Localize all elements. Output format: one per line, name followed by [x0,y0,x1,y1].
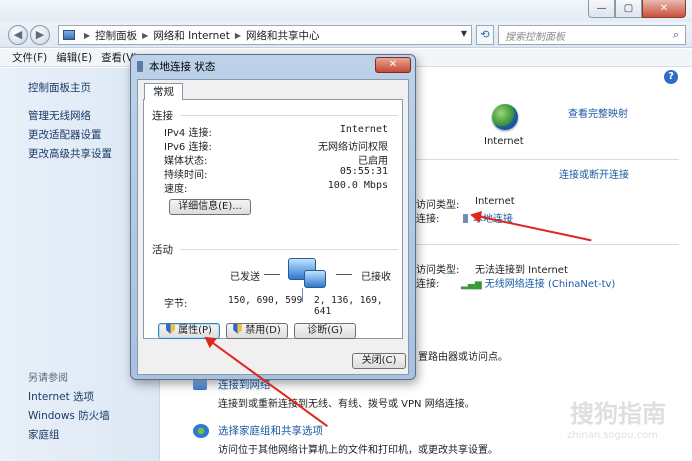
forward-button[interactable]: ▶ [30,25,50,45]
sidebar-item-control-panel-home[interactable]: 控制面板主页 [28,80,91,95]
received-label: 已接收 [361,272,391,283]
task-connect-network-desc: 连接到或重新连接到无线、有线、拨号或 VPN 网络连接。 [218,399,475,410]
maximize-button[interactable]: ▢ [615,0,642,18]
window-controls: — ▢ ✕ [588,0,686,18]
speed-label: 速度: [164,184,188,195]
help-icon[interactable]: ? [664,70,678,84]
menu-file[interactable]: 文件(F) [12,49,47,66]
speed-value: 100.0 Mbps [327,180,388,191]
uac-shield-icon [166,324,176,334]
tab-panel-general: 连接 IPv4 连接: Internet IPv6 连接: 无网络访问权限 媒体… [143,99,403,339]
media-state-value: 已启用 [358,156,388,167]
local-connection-status-dialog: 本地连接 状态 ✕ 常规 连接 IPv4 连接: Internet IPv6 连… [130,54,416,380]
dialog-close-action-button[interactable]: 关闭(C) [352,353,406,369]
chevron-right-icon: ▶ [142,30,149,40]
tab-general[interactable]: 常规 [144,83,183,100]
duration-value: 05:55:31 [339,166,388,177]
net2-access-type-label: 访问类型: [416,265,460,276]
ethernet-icon [137,61,143,72]
ipv6-value: 无网络访问权限 [318,142,388,153]
net1-access-type: Internet [475,196,515,207]
net1-access-type-label: 访问类型: [416,200,460,211]
connection-group-label: 连接 [152,110,173,122]
ethernet-icon [463,214,468,223]
sidebar-item-adapter-settings[interactable]: 更改适配器设置 [28,127,102,142]
wireless-connection-link[interactable]: ▂▄▆ 无线网络连接 (ChinaNet-tv) [461,275,615,290]
search-placeholder: 搜索控制面板 [505,31,565,43]
breadcrumb-network-internet[interactable]: 网络和 Internet [153,28,230,43]
divider [180,115,398,116]
ipv6-label: IPv6 连接: [164,142,212,153]
activity-group-label: 活动 [152,244,173,256]
net2-access-type: 无法连接到 Internet [475,265,568,276]
chevron-right-icon: ▶ [84,30,91,40]
wireless-connection-text: 无线网络连接 (ChinaNet-tv) [484,279,616,290]
see-also-heading: 另请参阅 [28,373,68,384]
back-button[interactable]: ◀ [8,25,28,45]
address-toolbar: ◀ ▶ ▶ 控制面板 ▶ 网络和 Internet ▶ 网络和共享中心 ▼ ⟲ … [0,22,692,48]
menu-edit[interactable]: 编辑(E) [56,49,92,66]
internet-label: Internet [484,136,524,147]
router-text: 置路由器或访问点。 [418,352,508,363]
forward-arrow-icon: ▶ [35,28,45,41]
search-input[interactable]: 搜索控制面板 ⌕ [498,25,686,45]
duration-label: 持续时间: [164,170,208,181]
internet-globe-icon [492,104,518,130]
watermark-url: zhinan.sogou.com [566,430,658,441]
network-computer-icon [304,270,326,288]
net1-connection-label: 连接: [416,214,440,225]
refresh-button[interactable]: ⟲ [476,25,494,45]
homegroup-icon [193,424,209,438]
disable-button-label: 禁用(D) [245,325,281,336]
dialog-close-button[interactable]: ✕ [375,57,411,73]
control-panel-icon [63,30,75,40]
ipv4-label: IPv4 连接: [164,128,212,139]
uac-shield-icon [233,324,243,334]
ipv4-value: Internet [339,124,388,135]
title-bar: — ▢ ✕ [0,0,692,22]
breadcrumb: ▶ 控制面板 ▶ 网络和 Internet ▶ 网络和共享中心 [79,28,320,43]
breadcrumb-control-panel[interactable]: 控制面板 [95,28,137,43]
dialog-title-text: 本地连接 状态 [149,61,216,73]
divider [411,244,679,245]
watermark-logo: 搜狗指南 [570,400,666,428]
wifi-signal-icon: ▂▄▆ [461,280,482,290]
breadcrumb-network-sharing-center[interactable]: 网络和共享中心 [246,28,320,43]
address-bar[interactable]: ▶ 控制面板 ▶ 网络和 Internet ▶ 网络和共享中心 ▼ [58,25,472,45]
sent-label: 已发送 [230,272,260,283]
sidebar-item-advanced-sharing[interactable]: 更改高级共享设置 [28,146,112,161]
address-dropdown-icon[interactable]: ▼ [461,29,467,38]
divider [180,249,398,250]
diagnose-button[interactable]: 诊断(G) [294,323,356,339]
connect-disconnect-link[interactable]: 连接或断开连接 [559,166,629,181]
back-arrow-icon: ◀ [13,28,23,41]
close-button[interactable]: ✕ [642,0,686,18]
recv-line [336,274,352,275]
sidebar-item-homegroup[interactable]: 家庭组 [28,427,60,442]
chevron-right-icon: ▶ [234,30,241,40]
bytes-received-value: 2, 136, 169, 641 [314,295,383,317]
dialog-body: 常规 连接 IPv4 连接: Internet IPv6 连接: 无网络访问权限… [137,79,409,375]
search-icon[interactable]: ⌕ [673,28,679,42]
sidebar-item-internet-options[interactable]: Internet 选项 [28,389,94,404]
task-homegroup-link[interactable]: 选择家庭组和共享选项 [218,423,323,438]
sidebar-item-manage-wireless[interactable]: 管理无线网络 [28,108,91,123]
task-homegroup-desc: 访问位于其他网络计算机上的文件和打印机，或更改共享设置。 [218,445,498,456]
bytes-sent-value: 150, 690, 599 [228,295,303,306]
refresh-icon: ⟲ [480,28,490,41]
net2-connection-label: 连接: [416,279,440,290]
dialog-title: 本地连接 状态 [137,59,215,74]
bytes-label: 字节: [164,299,188,310]
minimize-button[interactable]: — [588,0,615,18]
sent-line [264,274,280,275]
view-full-map-link[interactable]: 查看完整映射 [568,105,628,120]
details-button[interactable]: 详细信息(E)... [169,199,251,215]
divider [411,159,679,160]
disable-button[interactable]: 禁用(D) [226,323,288,339]
sidebar-item-windows-firewall[interactable]: Windows 防火墙 [28,408,110,423]
media-state-label: 媒体状态: [164,156,208,167]
